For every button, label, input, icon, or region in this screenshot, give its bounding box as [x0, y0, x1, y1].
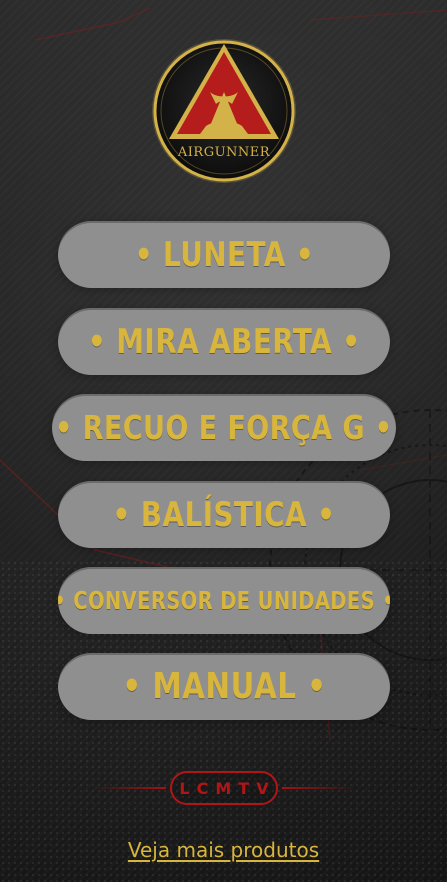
lcmtv-brand: LCMTV — [92, 770, 356, 806]
brand-divider-left — [92, 787, 166, 789]
app-screen: AIRGUNNER • LUNETA • • MIRA ABERTA • • R… — [0, 0, 447, 882]
airgunner-logo: AIRGUNNER — [140, 34, 308, 184]
see-more-products-link[interactable]: Veja mais produtos — [0, 838, 447, 862]
menu-button-recuo-forca-g[interactable]: • RECUO E FORÇA G • — [52, 394, 396, 461]
menu-button-conversor-unidades-label: • CONVERSOR DE UNIDADES • — [58, 586, 390, 615]
airgunner-emblem-icon: AIRGUNNER — [152, 39, 296, 183]
logo-text: AIRGUNNER — [177, 145, 271, 160]
menu-button-luneta[interactable]: • LUNETA • — [58, 221, 390, 288]
menu-button-balistica-label: • BALÍSTICA • — [112, 494, 336, 535]
brand-text: LCMTV — [179, 778, 276, 798]
menu-button-mira-aberta-label: • MIRA ABERTA • — [87, 321, 361, 362]
menu-button-luneta-label: • LUNETA • — [134, 234, 314, 275]
menu-button-mira-aberta[interactable]: • MIRA ABERTA • — [58, 308, 390, 375]
menu-button-manual[interactable]: • MANUAL • — [58, 653, 390, 720]
brand-badge: LCMTV — [170, 771, 278, 805]
menu-button-recuo-forca-g-label: • RECUO E FORÇA G • — [55, 408, 393, 447]
menu-button-balistica[interactable]: • BALÍSTICA • — [58, 481, 390, 548]
menu-button-manual-label: • MANUAL • — [121, 666, 327, 707]
brand-divider-right — [282, 787, 356, 789]
menu-button-conversor-unidades[interactable]: • CONVERSOR DE UNIDADES • — [58, 567, 390, 634]
